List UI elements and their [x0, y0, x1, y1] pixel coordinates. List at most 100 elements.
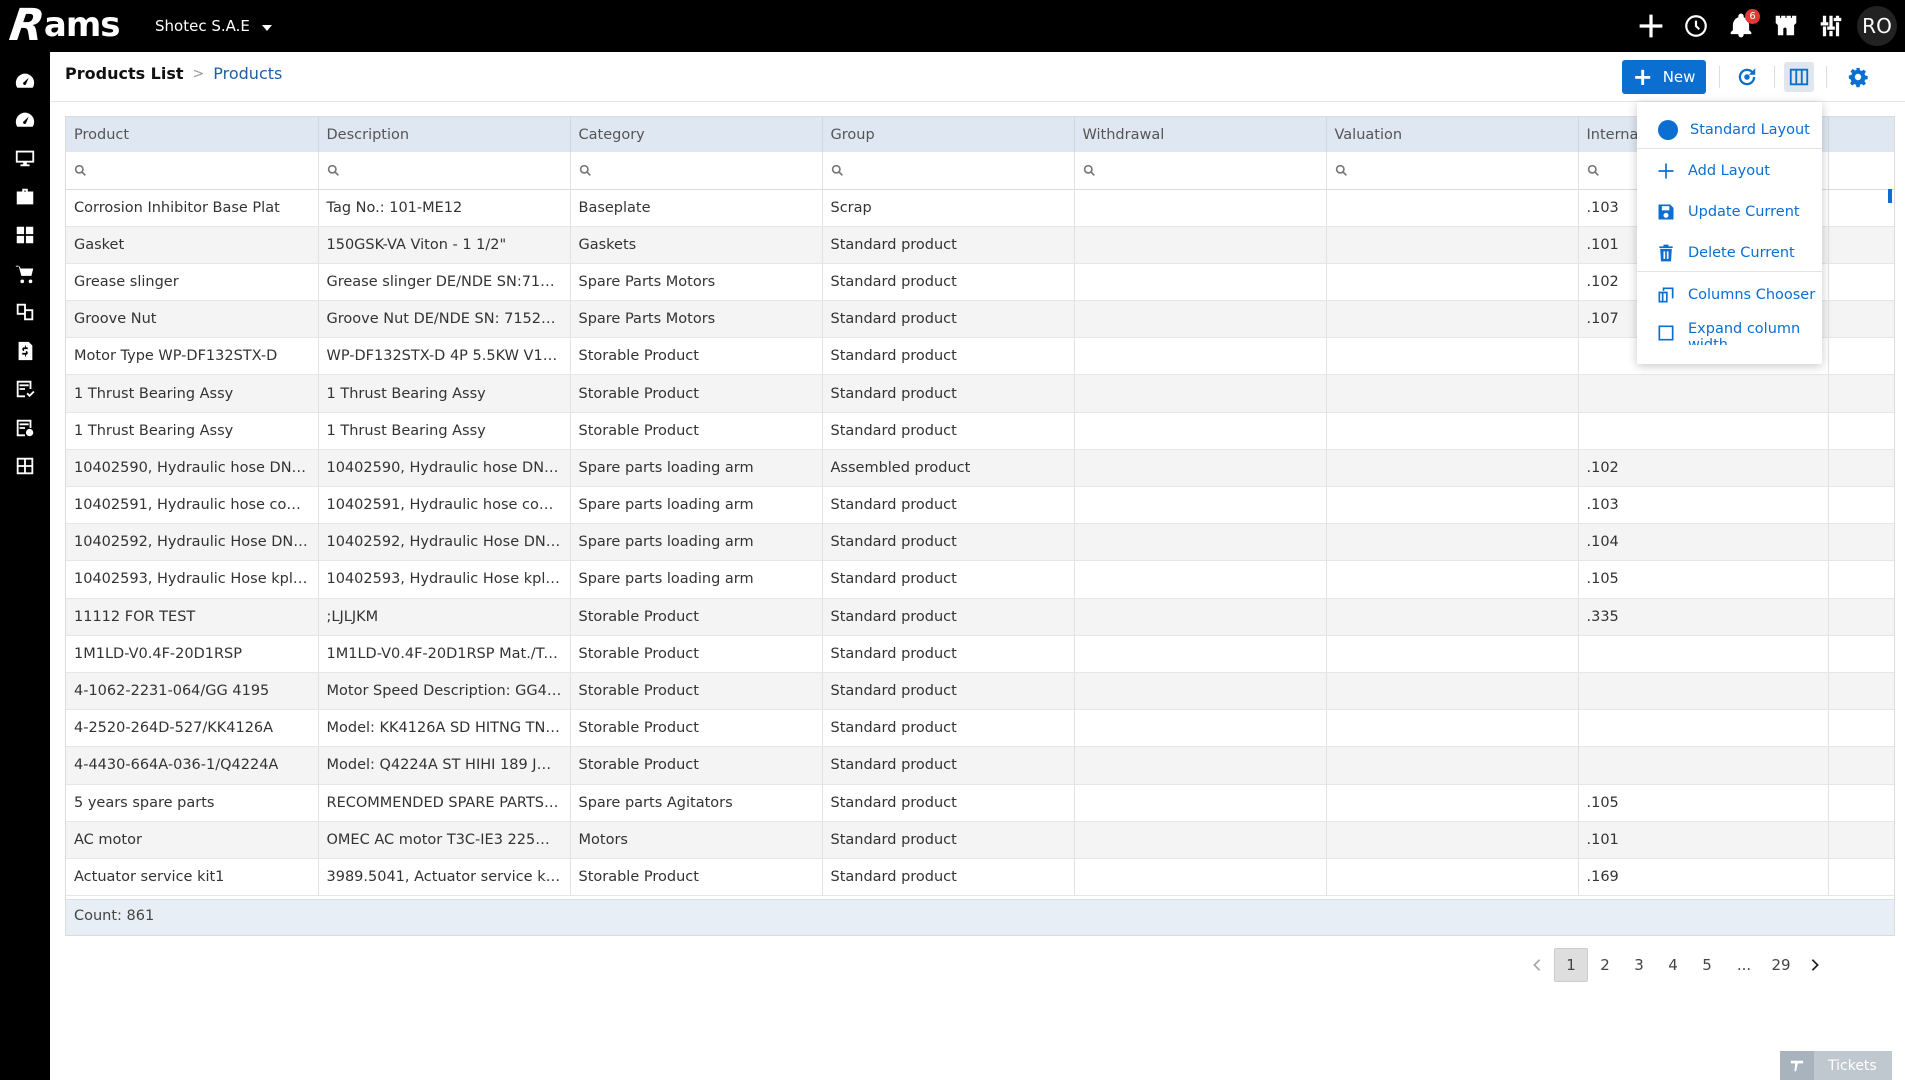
sidebar-approval-icon[interactable] — [0, 370, 50, 409]
sidebar-grid-icon[interactable] — [0, 447, 50, 486]
table-row[interactable]: 1 Thrust Bearing Assy 1 Thrust Bearing As… — [66, 412, 1894, 450]
table-row[interactable]: Corrosion Inhibitor Base Plat Tag No.: 10… — [66, 189, 1894, 227]
grid-filter-row — [66, 152, 1894, 190]
page-button[interactable]: 4 — [1656, 948, 1690, 982]
table-cell — [1074, 300, 1327, 339]
castle-icon[interactable] — [1763, 0, 1808, 52]
menu-divider — [1637, 271, 1822, 272]
column-filter[interactable] — [1074, 152, 1327, 190]
table-row[interactable]: Groove Nut Groove Nut DE/NDE SN: 7152527 S… — [66, 300, 1894, 339]
column-filter[interactable] — [570, 152, 823, 190]
column-header[interactable]: Valuation — [1326, 117, 1579, 152]
table-cell — [1326, 337, 1579, 376]
table-cell — [1326, 598, 1579, 636]
sidebar-modules-icon[interactable] — [0, 216, 50, 255]
table-row[interactable]: 10402590, Hydraulic hose DN 8x 3... 10402… — [66, 449, 1894, 488]
table-cell: Actuator service kit1 — [66, 858, 319, 897]
table-row[interactable]: Actuator service kit1 3989.5041, Actuator… — [66, 858, 1894, 897]
table-cell — [1828, 560, 1894, 599]
page-button[interactable]: 29 — [1764, 948, 1798, 982]
table-row[interactable]: 4-1062-2231-064/GG 4195 Motor Speed Descr… — [66, 672, 1894, 711]
page-button[interactable]: 3 — [1622, 948, 1656, 982]
sidebar-reports-icon[interactable] — [0, 409, 50, 448]
column-filter[interactable] — [318, 152, 571, 190]
column-header[interactable]: Category — [570, 117, 823, 152]
table-row[interactable]: 4-4430-664A-036-1/Q4224A Model: Q4224A ST… — [66, 746, 1894, 785]
table-cell: Motor Speed Description: GG4195... — [318, 672, 571, 711]
add-layout-item[interactable]: Add Layout — [1637, 156, 1822, 186]
sliders-icon[interactable] — [1808, 0, 1853, 52]
gear-icon[interactable] — [1843, 62, 1873, 92]
search-icon — [1587, 164, 1599, 176]
page-button[interactable]: 1 — [1554, 948, 1588, 982]
refresh-icon[interactable] — [1732, 62, 1762, 92]
layout-dot-icon — [1658, 120, 1678, 140]
page-ellipsis: ... — [1736, 956, 1752, 974]
column-header[interactable]: Description — [318, 117, 571, 152]
table-row[interactable]: 4-2520-264D-527/KK4126A Model: KK4126A SD… — [66, 709, 1894, 748]
expand-column-width-item[interactable]: Expand column width — [1637, 316, 1822, 350]
column-filter[interactable] — [1828, 152, 1894, 190]
columns-chooser-item[interactable]: Columns Chooser — [1637, 280, 1822, 310]
table-row[interactable]: 11112 FOR TEST ;LJLJKM Storable Product Sta… — [66, 598, 1894, 636]
breadcrumb-root[interactable]: Products List — [65, 64, 184, 83]
column-header[interactable]: Product — [66, 117, 319, 152]
previous-page-icon[interactable] — [1520, 948, 1554, 982]
table-row[interactable]: 1M1LD-V0.4F-20D1RSP 1M1LD-V0.4F-20D1RSP M… — [66, 635, 1894, 673]
new-button[interactable]: + New — [1622, 60, 1706, 94]
sidebar-monitor-icon[interactable] — [0, 139, 50, 178]
table-cell: Spare parts loading arm — [570, 486, 823, 525]
column-header[interactable]: Withdrawal — [1074, 117, 1327, 152]
table-row[interactable]: 1 Thrust Bearing Assy 1 Thrust Bearing As… — [66, 374, 1894, 413]
sidebar-invoice-icon[interactable] — [0, 332, 50, 371]
add-icon[interactable] — [1628, 0, 1673, 52]
sidebar-gauge-icon[interactable] — [0, 101, 50, 140]
sidebar-stock-icon[interactable] — [0, 293, 50, 332]
column-header[interactable] — [1828, 117, 1894, 152]
scrollbar-thumb[interactable] — [1888, 189, 1892, 203]
standard-layout-item[interactable]: Standard Layout — [1637, 116, 1822, 144]
table-cell: .104 — [1578, 523, 1829, 562]
table-row[interactable]: Motor Type WP-DF132STX-D WP-DF132STX-D 4P… — [66, 337, 1894, 376]
table-row[interactable]: 5 years spare parts RECOMMENDED SPARE PAR… — [66, 784, 1894, 822]
table-cell: Storable Product — [570, 374, 823, 413]
notifications-bell-icon[interactable]: 6 — [1718, 0, 1763, 52]
column-filter[interactable] — [1326, 152, 1579, 190]
sidebar-dashboard-icon[interactable] — [0, 62, 50, 101]
app-logo[interactable]: Rams — [6, 0, 120, 51]
next-page-icon[interactable] — [1798, 948, 1832, 982]
user-avatar[interactable]: RO — [1857, 6, 1897, 46]
delete-current-item[interactable]: Delete Current — [1637, 238, 1822, 268]
row-count: Count: 861 — [74, 908, 155, 924]
table-cell — [1578, 672, 1829, 711]
tickets-button[interactable]: Tickets — [1780, 1051, 1892, 1080]
table-row[interactable]: 10402593, Hydraulic Hose kpl. DN ... 1040… — [66, 560, 1894, 599]
table-cell: .103 — [1578, 486, 1829, 525]
column-header[interactable]: Group — [822, 117, 1075, 152]
update-current-item[interactable]: Update Current — [1637, 197, 1822, 227]
table-row[interactable]: 10402592, Hydraulic Hose DN 8x 1... 10402… — [66, 523, 1894, 562]
breadcrumb-separator: > — [192, 65, 205, 82]
table-cell: 10402592, Hydraulic Hose DN 8x ... — [318, 523, 571, 562]
table-cell: Standard product — [822, 374, 1075, 413]
column-filter[interactable] — [822, 152, 1075, 190]
table-cell — [1074, 263, 1327, 302]
table-cell: .105 — [1578, 560, 1829, 599]
table-row[interactable]: AC motor OMEC AC motor T3C-IE3 225M-6 3..… — [66, 821, 1894, 859]
company-selector[interactable]: Shotec S.A.E — [155, 17, 272, 35]
search-icon — [1083, 164, 1095, 176]
page-button[interactable]: 2 — [1588, 948, 1622, 982]
history-icon[interactable] — [1673, 0, 1718, 52]
page-button[interactable]: 5 — [1690, 948, 1724, 982]
column-filter[interactable] — [66, 152, 319, 190]
table-row[interactable]: 10402591, Hydraulic hose complet... 10402… — [66, 486, 1894, 525]
breadcrumb-current: Products — [213, 64, 283, 83]
table-row[interactable]: Grease slinger Grease slinger DE/NDE SN:7… — [66, 263, 1894, 302]
table-row[interactable]: Gasket 150GSK-VA Viton - 1 1/2" Gaskets Sta… — [66, 226, 1894, 264]
table-cell: Standard product — [822, 598, 1075, 636]
sidebar-cart-icon[interactable] — [0, 255, 50, 294]
table-cell — [1326, 560, 1579, 599]
layout-columns-icon[interactable] — [1784, 62, 1814, 92]
sidebar-briefcase-icon[interactable] — [0, 178, 50, 217]
table-cell: 1M1LD-V0.4F-20D1RSP — [66, 635, 319, 673]
